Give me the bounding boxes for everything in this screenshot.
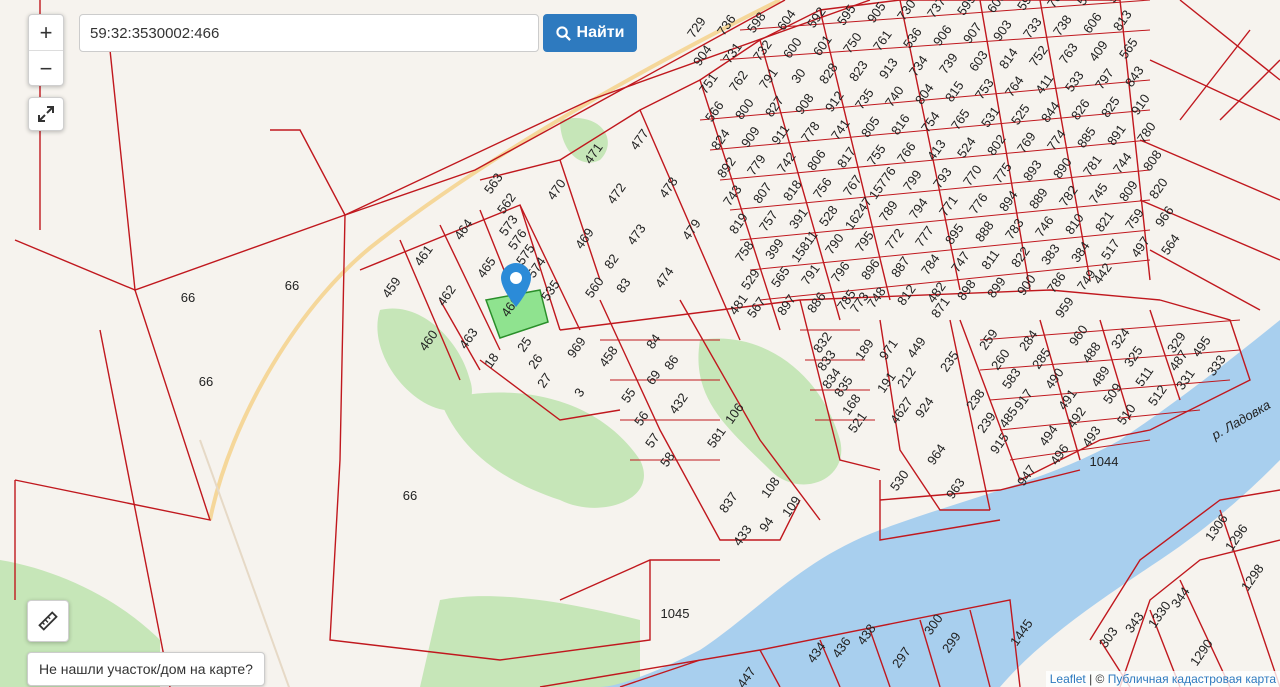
plot-label[interactable]: 1044 bbox=[1090, 454, 1119, 469]
plot-label[interactable]: 1045 bbox=[661, 606, 690, 621]
search-icon bbox=[555, 25, 571, 41]
zoom-out-button[interactable]: − bbox=[29, 51, 63, 86]
plot-label[interactable]: 66 bbox=[181, 290, 195, 305]
leaflet-link[interactable]: Leaflet bbox=[1050, 672, 1086, 686]
cadastral-map[interactable]: р. Ладовка 31825262755565758666666666982… bbox=[0, 0, 1280, 687]
zoom-in-button[interactable]: + bbox=[29, 15, 63, 51]
ruler-icon bbox=[38, 611, 58, 631]
location-marker-icon[interactable] bbox=[501, 263, 531, 307]
not-found-help-label: Не нашли участок/дом на карте? bbox=[39, 661, 253, 677]
not-found-help-button[interactable]: Не нашли участок/дом на карте? bbox=[27, 652, 265, 686]
search-button-label: Найти bbox=[576, 24, 625, 41]
fullscreen-button[interactable] bbox=[28, 97, 64, 131]
cadastral-map-link[interactable]: Публичная кадастровая карта bbox=[1108, 672, 1276, 686]
plot-label[interactable]: 66 bbox=[403, 488, 417, 503]
search-button[interactable]: Найти bbox=[543, 14, 637, 52]
attribution-separator: | © bbox=[1085, 672, 1108, 686]
cadastral-search-input[interactable] bbox=[79, 14, 539, 52]
expand-icon bbox=[38, 106, 54, 122]
plot-label[interactable]: 66 bbox=[285, 278, 299, 293]
attribution: Leaflet | © Публичная кадастровая карта bbox=[1045, 671, 1280, 687]
plot-label[interactable]: 66 bbox=[199, 374, 213, 389]
zoom-control: + − bbox=[28, 14, 64, 86]
measure-button[interactable] bbox=[27, 600, 69, 642]
